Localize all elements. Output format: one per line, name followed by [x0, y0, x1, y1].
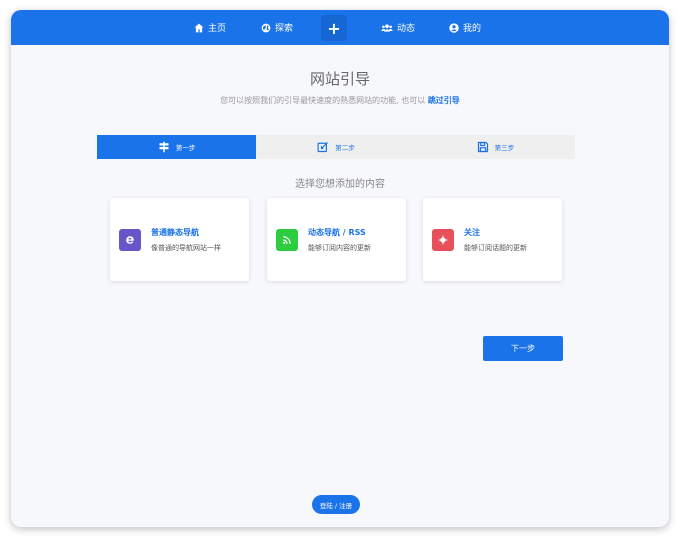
card-desc: 像普通的导航网站一样: [151, 244, 221, 252]
page-title: 网站引导: [309, 70, 370, 88]
users-icon: [381, 23, 393, 32]
signpost-icon: [159, 141, 169, 153]
step-3-label: 第三步: [494, 144, 515, 152]
skip-guide-link[interactable]: 跳过引导: [428, 96, 460, 105]
step-1-label: 第一步: [175, 144, 196, 152]
card-follow[interactable]: 关注 能够订阅话题的更新: [423, 198, 562, 281]
step-3[interactable]: 第三步: [416, 135, 575, 159]
page-subtitle: 您可以按照我们的引导最快速度的熟悉网站的功能, 也可以 跳过引导: [11, 95, 669, 106]
next-step-button[interactable]: 下一步: [483, 336, 563, 361]
nav-mine[interactable]: 我的: [449, 10, 481, 45]
save-icon: [477, 141, 488, 153]
globe-icon: [261, 23, 271, 32]
top-nav-bar: 主页 探索 + 动态 我的: [11, 10, 669, 45]
nav-home-label: 主页: [208, 24, 227, 34]
card-static-nav[interactable]: 普通静态导航 像普通的导航网站一样: [110, 198, 249, 281]
nav-activity[interactable]: 动态: [381, 10, 415, 45]
user-circle-icon: [449, 22, 459, 33]
step-progress: 第一步 第二步 第三步: [97, 135, 575, 159]
step-2[interactable]: 第二步: [256, 135, 415, 159]
app-window: 主页 探索 + 动态 我的 网站引导 您可以按照我们的引导最快速度的熟悉网站的功…: [11, 10, 669, 527]
step-2-label: 第二步: [335, 144, 355, 152]
card-rss-nav[interactable]: 动态导航 / RSS 能够订阅内容的更新: [267, 198, 406, 281]
ie-icon: [119, 229, 141, 251]
subtitle-text: 您可以按照我们的引导最快速度的熟悉网站的功能, 也可以: [220, 96, 426, 105]
nav-home[interactable]: 主页: [194, 10, 226, 45]
nav-mine-label: 我的: [463, 24, 482, 34]
login-register-button[interactable]: 登陆 / 注册: [312, 495, 360, 514]
card-title: 普通静态导航: [151, 228, 199, 237]
section-heading: 选择您想添加的内容: [295, 179, 385, 190]
card-title: 关注: [464, 228, 480, 237]
step-1[interactable]: 第一步: [97, 135, 257, 159]
edit-icon: [317, 142, 329, 153]
add-button[interactable]: +: [321, 15, 347, 41]
nav-activity-label: 动态: [397, 24, 416, 34]
rss-icon: [276, 229, 298, 251]
nav-explore[interactable]: 探索: [261, 10, 293, 45]
nav-explore-label: 探索: [275, 24, 294, 34]
home-icon: [194, 23, 204, 32]
card-desc: 能够订阅内容的更新: [308, 244, 371, 252]
card-title: 动态导航 / RSS: [308, 228, 366, 237]
target-icon: [432, 229, 454, 251]
card-desc: 能够订阅话题的更新: [464, 244, 527, 252]
